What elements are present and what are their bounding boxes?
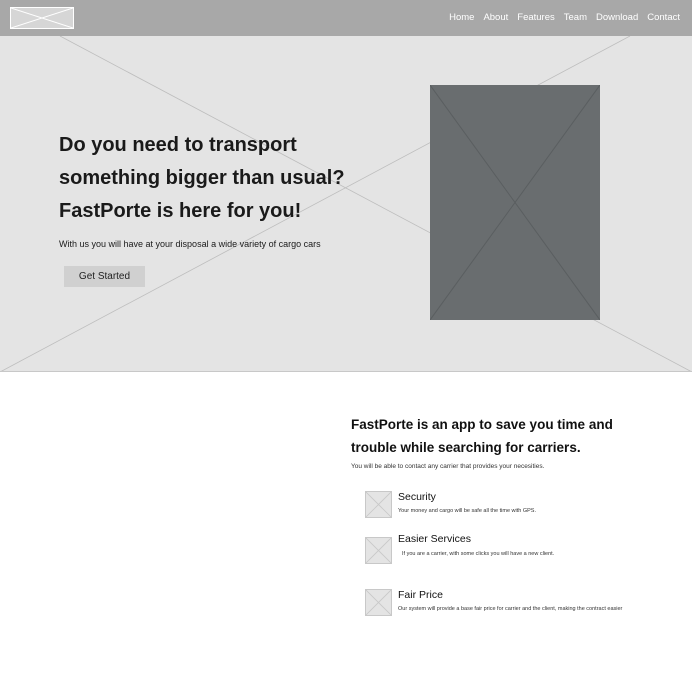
hero-title-line: FastPorte is here for you! xyxy=(59,200,302,222)
image-placeholder-icon xyxy=(365,491,392,518)
logo-placeholder-icon[interactable] xyxy=(10,7,74,29)
hero-subtitle: With us you will have at your disposal a… xyxy=(59,239,321,249)
feature-title: Security xyxy=(398,491,436,503)
nav-about-link[interactable]: About xyxy=(483,12,508,23)
nav-home-link[interactable]: Home xyxy=(449,12,474,23)
top-navigation-bar: Home About Features Team Download Contac… xyxy=(0,0,692,36)
about-title-line: trouble while searching for carriers. xyxy=(351,440,581,455)
about-subtitle: You will be able to contact any carrier … xyxy=(351,463,545,470)
hero-title: Do you need to transport something bigge… xyxy=(59,129,349,228)
nav-team-link[interactable]: Team xyxy=(564,12,587,23)
hero-image-placeholder xyxy=(430,85,600,320)
feature-description: Your money and cargo will be safe all th… xyxy=(398,508,536,514)
feature-description: If you are a carrier, with some clicks y… xyxy=(402,551,555,557)
nav-features-link[interactable]: Features xyxy=(517,12,555,23)
hero-title-line: something bigger than usual? xyxy=(59,167,345,189)
image-placeholder-icon xyxy=(365,537,392,564)
about-title: FastPorte is an app to save you time and… xyxy=(351,413,651,459)
about-title-line: FastPorte is an app to save you time and xyxy=(351,417,613,432)
image-placeholder-icon xyxy=(365,589,392,616)
feature-title: Fair Price xyxy=(398,589,443,601)
hero-section: Do you need to transport something bigge… xyxy=(0,36,692,372)
feature-description: Our system will provide a base fair pric… xyxy=(398,606,623,612)
feature-title: Easier Services xyxy=(398,533,471,545)
nav-contact-link[interactable]: Contact xyxy=(647,12,680,23)
get-started-button[interactable]: Get Started xyxy=(64,266,145,287)
nav-download-link[interactable]: Download xyxy=(596,12,638,23)
hero-title-line: Do you need to transport xyxy=(59,134,297,156)
main-nav: Home About Features Team Download Contac… xyxy=(440,12,680,23)
